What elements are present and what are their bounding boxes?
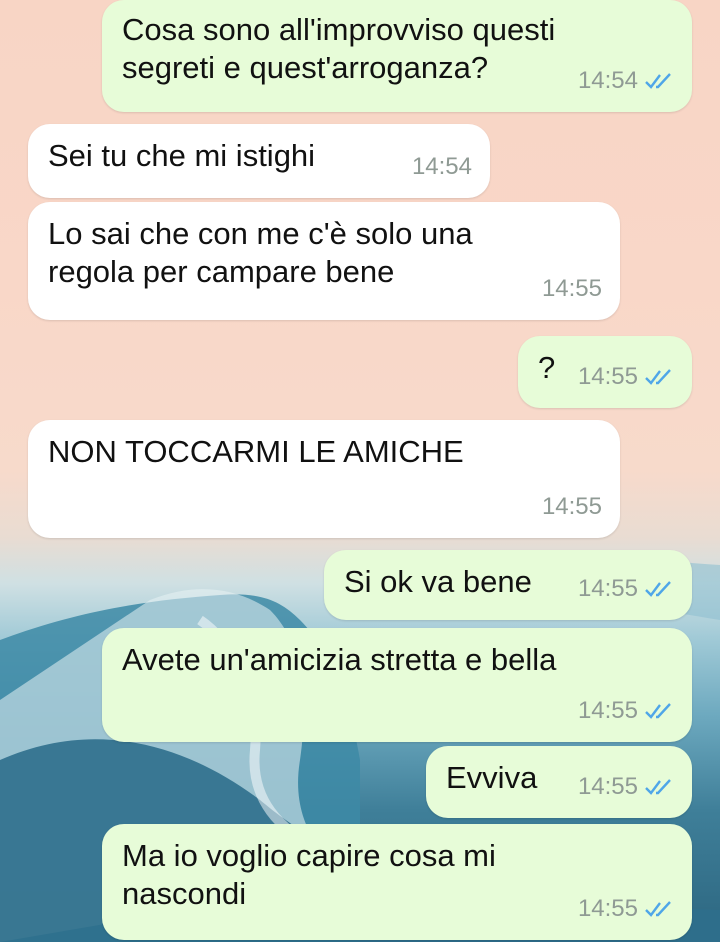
message-list[interactable]: Cosa sono all'improvviso questi segreti … xyxy=(0,0,720,942)
message-text: NON TOCCARMI LE AMICHE xyxy=(48,434,464,469)
message-meta: 14:55 xyxy=(578,768,674,806)
double-check-icon xyxy=(645,73,671,89)
message-meta: 14:55 xyxy=(542,488,602,526)
message-time: 14:54 xyxy=(577,67,638,94)
message-bubble[interactable]: Sei tu che mi istighi 14:54 xyxy=(28,124,490,198)
message-meta: 14:55 xyxy=(542,270,602,308)
message-meta: 14:55 xyxy=(578,890,674,928)
message-bubble[interactable]: Lo sai che con me c'è solo una regola pe… xyxy=(28,202,620,320)
message-time: 14:55 xyxy=(577,895,638,922)
message-time: 14:55 xyxy=(577,697,638,724)
message-meta: 14:54 xyxy=(578,62,674,100)
double-check-icon xyxy=(645,779,671,795)
message-bubble[interactable]: ? 14:55 xyxy=(518,336,692,408)
double-check-icon xyxy=(645,901,671,917)
double-check-icon xyxy=(645,581,671,597)
message-time: 14:55 xyxy=(577,773,638,800)
message-bubble[interactable]: Evviva 14:55 xyxy=(426,746,692,818)
message-bubble[interactable]: Ma io voglio capire cosa mi nascondi 14:… xyxy=(102,824,692,940)
message-meta: 14:55 xyxy=(578,570,674,608)
message-time: 14:55 xyxy=(541,493,602,520)
message-text: Sei tu che mi istighi xyxy=(48,138,316,173)
message-text: Avete un'amicizia stretta e bella xyxy=(122,642,557,677)
message-time: 14:54 xyxy=(411,153,472,180)
message-bubble[interactable]: NON TOCCARMI LE AMICHE 14:55 xyxy=(28,420,620,538)
message-meta: 14:54 xyxy=(412,148,472,186)
message-time: 14:55 xyxy=(577,575,638,602)
message-meta: 14:55 xyxy=(578,692,674,730)
message-meta: 14:55 xyxy=(578,358,674,396)
message-text: Lo sai che con me c'è solo una regola pe… xyxy=(48,216,473,289)
double-check-icon xyxy=(645,703,671,719)
message-time: 14:55 xyxy=(541,275,602,302)
message-bubble[interactable]: Si ok va bene 14:55 xyxy=(324,550,692,620)
double-check-icon xyxy=(645,369,671,385)
message-bubble[interactable]: Avete un'amicizia stretta e bella 14:55 xyxy=(102,628,692,742)
message-time: 14:55 xyxy=(577,363,638,390)
message-bubble[interactable]: Cosa sono all'improvviso questi segreti … xyxy=(102,0,692,112)
